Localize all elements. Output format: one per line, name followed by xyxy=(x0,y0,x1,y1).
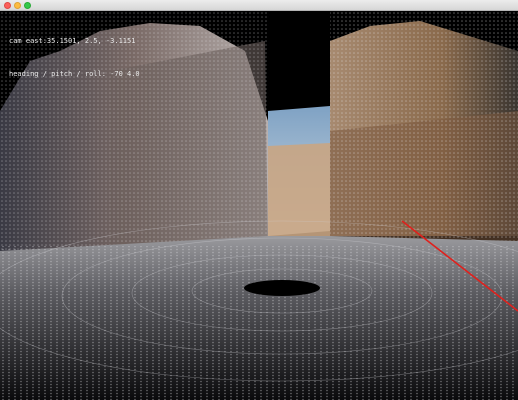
distant-building-center xyxy=(268,143,330,239)
minimize-window-button[interactable] xyxy=(14,2,21,9)
camera-position-text: cam east:35.1501, 2.5, -3.1151 xyxy=(9,37,136,45)
camera-orientation-text: heading / pitch / roll: -70 4.0 xyxy=(9,70,140,78)
close-window-button[interactable] xyxy=(4,2,11,9)
maximize-window-button[interactable] xyxy=(24,2,31,9)
scan-origin-hole xyxy=(244,280,320,296)
window-titlebar xyxy=(0,0,518,11)
camera-hud: cam east:35.1501, 2.5, -3.1151 heading /… xyxy=(9,14,140,91)
